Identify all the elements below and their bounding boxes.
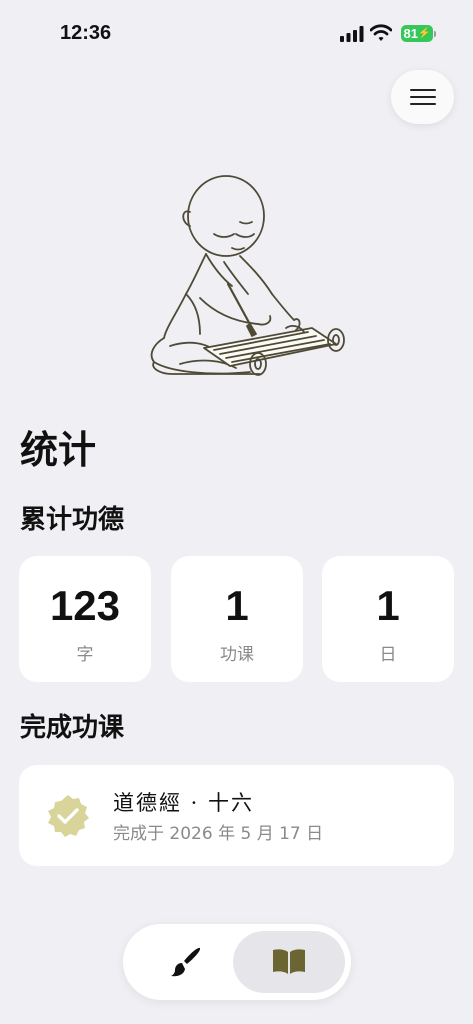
stat-card-days: 1 日 xyxy=(322,556,454,682)
charging-bolt-icon: ⚡ xyxy=(418,28,431,39)
battery-indicator: 81 ⚡ xyxy=(401,25,433,42)
page-title: 统计 xyxy=(20,428,97,472)
stat-label: 日 xyxy=(379,645,397,665)
stat-label: 字 xyxy=(76,645,94,665)
check-badge-icon xyxy=(48,795,89,837)
stat-value: 1 xyxy=(225,582,249,629)
tab-bar xyxy=(123,924,351,1000)
stat-value: 123 xyxy=(49,582,121,629)
tab-write[interactable] xyxy=(143,932,229,992)
completed-lesson-item[interactable]: 道德經 · 十六 完成于 2026 年 5 月 17 日 xyxy=(19,765,454,866)
stat-value: 1 xyxy=(376,582,400,629)
hamburger-menu-icon xyxy=(409,89,436,105)
brush-icon xyxy=(171,947,201,977)
lesson-title: 道德經 · 十六 xyxy=(113,791,255,815)
merit-heading: 累计功德 xyxy=(20,505,125,535)
lesson-completion-date: 完成于 2026 年 5 月 17 日 xyxy=(113,824,324,844)
monk-writing-scroll-illustration xyxy=(150,175,345,376)
stat-label: 功课 xyxy=(220,645,254,665)
wifi-icon xyxy=(370,24,392,41)
battery-level: 81 xyxy=(403,26,418,41)
stat-card-characters: 123 字 xyxy=(19,556,151,682)
status-bar: 12:36 81 ⚡ xyxy=(0,0,473,60)
cellular-signal-icon xyxy=(340,26,364,42)
status-time: 12:36 xyxy=(60,22,112,44)
stat-card-lessons: 1 功课 xyxy=(171,556,303,682)
battery-tip xyxy=(434,31,436,37)
tab-read[interactable] xyxy=(233,931,345,993)
completed-heading: 完成功课 xyxy=(20,713,125,743)
menu-button[interactable] xyxy=(391,70,454,124)
open-book-icon xyxy=(273,949,305,974)
